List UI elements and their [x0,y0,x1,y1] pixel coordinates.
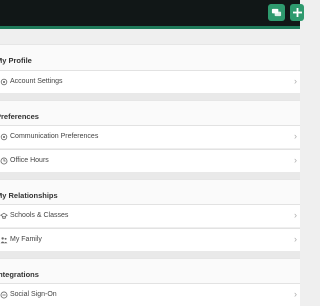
menu-item-schools-classes[interactable]: Schools & Classes › [0,204,300,227]
gear-icon [0,133,8,141]
chat-button[interactable] [268,4,285,21]
gear-icon [0,78,8,86]
add-button[interactable] [290,4,304,21]
chevron-right-icon: › [294,289,297,299]
link-icon [0,291,8,299]
section-title: Integrations [0,270,39,279]
chevron-right-icon: › [294,155,297,165]
menu-item-label: Communication Preferences [10,133,99,140]
chevron-right-icon: › [294,210,297,220]
family-icon [0,237,8,244]
school-icon [0,212,8,219]
section-divider [0,172,300,179]
menu-item-office-hours[interactable]: Office Hours › [0,149,300,172]
menu-item-label: Schools & Classes [10,212,69,219]
section-divider [0,93,300,100]
chevron-right-icon: › [294,234,297,244]
chevron-right-icon: › [294,76,297,86]
chat-icon [271,8,282,17]
menu-item-label: Office Hours [10,157,49,164]
menu-item-communication-preferences[interactable]: Communication Preferences › [0,125,300,148]
section-divider [0,251,300,258]
menu-item-label: My Family [10,236,42,243]
plus-icon [292,8,302,17]
section-title: Preferences [0,112,39,121]
section-title: My Relationships [0,191,58,200]
chevron-right-icon: › [294,131,297,141]
settings-list: My Profile Account Settings › Preference… [0,29,300,306]
menu-item-label: Account Settings [10,78,63,85]
top-navigation-bar [0,0,304,29]
menu-item-my-family[interactable]: My Family › [0,228,300,251]
clock-icon [0,157,8,165]
section-title: My Profile [0,56,32,65]
menu-item-label: Social Sign-On [10,291,57,298]
menu-item-social-sign-on[interactable]: Social Sign-On › [0,283,300,306]
menu-item-account-settings[interactable]: Account Settings › [0,70,300,93]
